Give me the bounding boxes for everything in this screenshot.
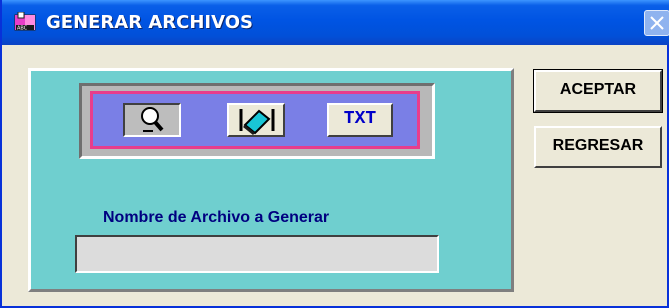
- accept-button[interactable]: ACEPTAR: [533, 69, 663, 113]
- back-button[interactable]: REGRESAR: [534, 126, 662, 168]
- generar-archivos-window: ABC GENERAR ARCHIVOS TXT Nombre de Archi…: [0, 0, 669, 308]
- eraser-icon: [239, 109, 275, 135]
- svg-text:ABC: ABC: [17, 26, 28, 32]
- close-icon: [650, 16, 664, 30]
- window-title: GENERAR ARCHIVOS: [46, 12, 253, 33]
- txt-label: TXT: [343, 109, 377, 129]
- filename-label: Nombre de Archivo a Generar: [103, 209, 330, 226]
- back-label: REGRESAR: [552, 137, 644, 154]
- title-bar[interactable]: ABC GENERAR ARCHIVOS: [2, 0, 669, 45]
- close-button[interactable]: [644, 10, 669, 36]
- main-panel: TXT Nombre de Archivo a Generar: [28, 68, 514, 292]
- accept-label: ACEPTAR: [559, 81, 637, 98]
- book-icon: ABC: [14, 11, 36, 32]
- toolbar-frame: TXT: [79, 83, 435, 159]
- magnifier-icon: [141, 107, 164, 132]
- txt-button[interactable]: TXT: [327, 103, 393, 137]
- toolbar: TXT: [90, 91, 420, 149]
- filename-input[interactable]: [75, 235, 439, 273]
- search-button[interactable]: [123, 103, 181, 137]
- clear-button[interactable]: [227, 103, 285, 137]
